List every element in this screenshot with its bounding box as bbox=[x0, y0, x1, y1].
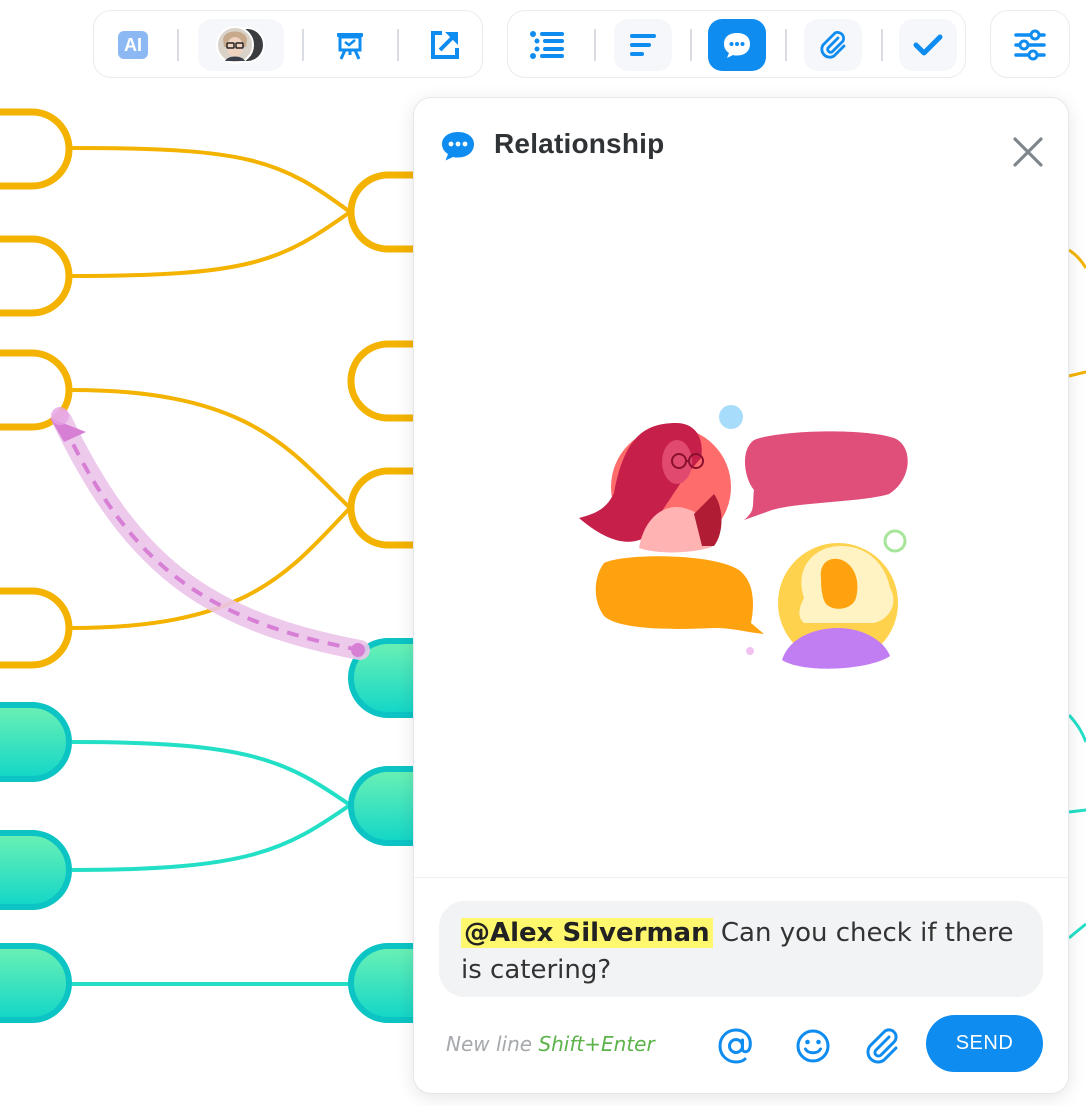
relationship-line[interactable] bbox=[50, 407, 370, 660]
paperclip-icon bbox=[820, 31, 846, 59]
collaborators-avatars[interactable] bbox=[198, 19, 284, 71]
panel-title: Relationship bbox=[494, 128, 665, 159]
presentation-icon bbox=[337, 33, 363, 60]
settings-button[interactable] bbox=[1001, 19, 1059, 71]
avatar bbox=[216, 26, 265, 64]
toolbar-separator bbox=[177, 29, 179, 61]
paperclip-icon[interactable] bbox=[862, 1026, 902, 1066]
notes-button[interactable] bbox=[614, 19, 672, 71]
divider bbox=[414, 877, 1068, 878]
ai-button[interactable]: AI bbox=[104, 19, 162, 71]
comments-panel: Relationship @Alex Silverman Can you che… bbox=[413, 97, 1069, 1094]
toolbar-separator bbox=[785, 29, 787, 61]
at-icon[interactable] bbox=[716, 1026, 756, 1066]
toolbar-group-settings bbox=[990, 10, 1070, 78]
mention-tag: @Alex Silverman bbox=[461, 918, 713, 948]
external-link-icon bbox=[431, 31, 459, 59]
hint-prefix: New line bbox=[446, 1032, 539, 1056]
chat-bubble-icon bbox=[442, 132, 474, 161]
checkmark-icon bbox=[913, 34, 943, 56]
newline-hint: New line Shift+Enter bbox=[446, 1032, 655, 1056]
hint-shortcut: Shift+Enter bbox=[538, 1032, 655, 1056]
ai-badge-icon: AI bbox=[118, 31, 148, 59]
outline-button[interactable] bbox=[518, 19, 576, 71]
send-button[interactable]: SEND bbox=[926, 1015, 1043, 1072]
toolbar-group-panels bbox=[507, 10, 966, 78]
comments-button[interactable] bbox=[708, 19, 766, 71]
conversation-illustration bbox=[579, 405, 908, 669]
toolbar-separator bbox=[690, 29, 692, 61]
sliders-icon bbox=[1014, 29, 1046, 61]
yellow-topic-node[interactable] bbox=[0, 108, 73, 669]
tasks-button[interactable] bbox=[899, 19, 957, 71]
teal-topic-node[interactable] bbox=[0, 638, 443, 1023]
toolbar-separator bbox=[881, 29, 883, 61]
text-lines-icon bbox=[630, 34, 656, 56]
smiley-icon[interactable] bbox=[793, 1026, 833, 1066]
export-button[interactable] bbox=[416, 19, 474, 71]
toolbar-separator bbox=[302, 29, 304, 61]
chat-bubble-icon bbox=[724, 33, 750, 58]
close-icon[interactable] bbox=[1010, 134, 1046, 170]
comment-input[interactable]: @Alex Silverman Can you check if there i… bbox=[439, 901, 1043, 997]
toolbar-group-view: AI bbox=[93, 10, 483, 78]
attachments-button[interactable] bbox=[804, 19, 862, 71]
list-icon bbox=[530, 31, 564, 59]
toolbar-separator bbox=[594, 29, 596, 61]
toolbar-separator bbox=[397, 29, 399, 61]
presentation-button[interactable] bbox=[321, 19, 379, 71]
